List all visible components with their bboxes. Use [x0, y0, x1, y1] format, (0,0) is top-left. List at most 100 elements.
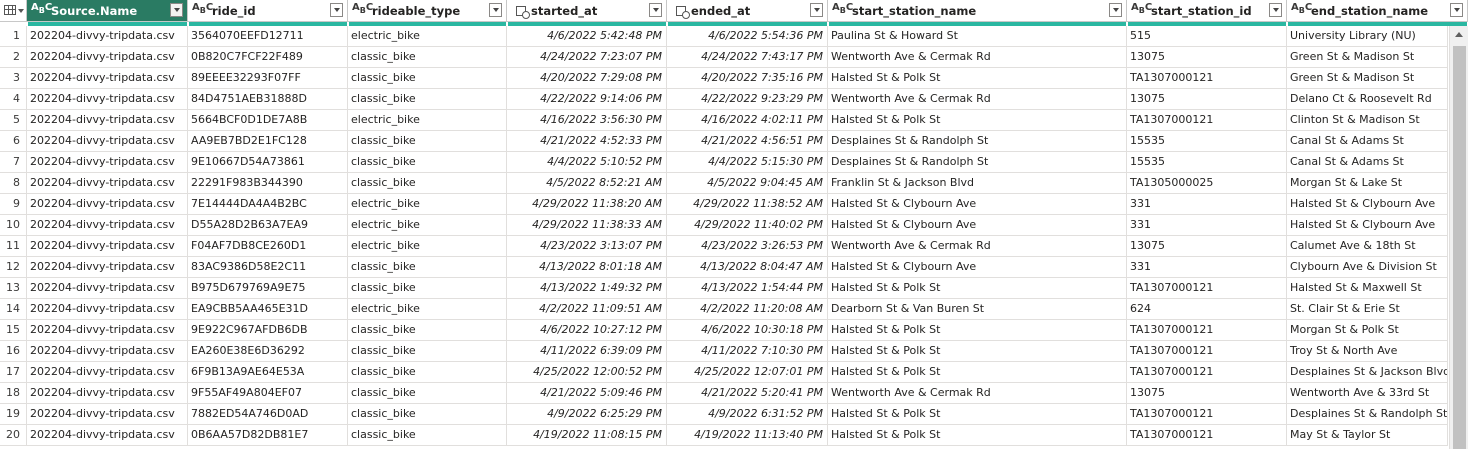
cell-ename[interactable]: Morgan St & Lake St	[1287, 173, 1448, 194]
cell-src[interactable]: 202204-divvy-tripdata.csv	[27, 236, 188, 257]
cell-sid[interactable]: 13075	[1127, 47, 1287, 68]
cell-ename[interactable]: Wentworth Ave & 33rd St	[1287, 383, 1448, 404]
cell-ride_id[interactable]: 83AC9386D58E2C11	[188, 257, 348, 278]
row-number[interactable]: 17	[0, 362, 27, 383]
cell-type[interactable]: classic_bike	[348, 383, 507, 404]
cell-sid[interactable]: TA1307000121	[1127, 110, 1287, 131]
table-row[interactable]: 10 202204-divvy-tripdata.csv D55A28D2B63A7…	[0, 215, 1448, 236]
row-number[interactable]: 15	[0, 320, 27, 341]
cell-ename[interactable]: Halsted St & Clybourn Ave	[1287, 215, 1448, 236]
cell-src[interactable]: 202204-divvy-tripdata.csv	[27, 215, 188, 236]
table-row[interactable]: 3 202204-divvy-tripdata.csv 89EEEE32293F07…	[0, 68, 1448, 89]
cell-sname[interactable]: Wentworth Ave & Cermak Rd	[828, 383, 1127, 404]
column-header-rideable-type[interactable]: ABC rideable_type	[348, 0, 507, 22]
cell-sname[interactable]: Halsted St & Polk St	[828, 278, 1127, 299]
cell-start[interactable]: 4/23/2022 3:13:07 PM	[507, 236, 667, 257]
table-row[interactable]: 4 202204-divvy-tripdata.csv 84D4751AEB3188…	[0, 89, 1448, 110]
table-row[interactable]: 17 202204-divvy-tripdata.csv 6F9B13A9AE64E…	[0, 362, 1448, 383]
cell-start[interactable]: 4/29/2022 11:38:33 AM	[507, 215, 667, 236]
table-menu-button[interactable]	[0, 0, 27, 22]
cell-ename[interactable]: Halsted St & Clybourn Ave	[1287, 194, 1448, 215]
cell-type[interactable]: classic_bike	[348, 257, 507, 278]
scroll-up-arrow-icon[interactable]	[1455, 32, 1463, 37]
cell-sid[interactable]: TA1307000121	[1127, 68, 1287, 89]
cell-ename[interactable]: Green St & Madison St	[1287, 47, 1448, 68]
cell-end[interactable]: 4/13/2022 1:54:44 PM	[667, 278, 828, 299]
cell-ride_id[interactable]: 9E10667D54A73861	[188, 152, 348, 173]
cell-ename[interactable]: St. Clair St & Erie St	[1287, 299, 1448, 320]
cell-start[interactable]: 4/16/2022 3:56:30 PM	[507, 110, 667, 131]
cell-start[interactable]: 4/21/2022 5:09:46 PM	[507, 383, 667, 404]
row-number[interactable]: 18	[0, 383, 27, 404]
cell-start[interactable]: 4/25/2022 12:00:52 PM	[507, 362, 667, 383]
cell-start[interactable]: 4/5/2022 8:52:21 AM	[507, 173, 667, 194]
cell-type[interactable]: classic_bike	[348, 320, 507, 341]
cell-type[interactable]: electric_bike	[348, 110, 507, 131]
cell-end[interactable]: 4/13/2022 8:04:47 AM	[667, 257, 828, 278]
cell-sid[interactable]: TA1307000121	[1127, 404, 1287, 425]
cell-start[interactable]: 4/6/2022 10:27:12 PM	[507, 320, 667, 341]
cell-ename[interactable]: University Library (NU)	[1287, 26, 1448, 47]
cell-type[interactable]: classic_bike	[348, 425, 507, 446]
cell-src[interactable]: 202204-divvy-tripdata.csv	[27, 131, 188, 152]
table-row[interactable]: 11 202204-divvy-tripdata.csv F04AF7DB8CE26…	[0, 236, 1448, 257]
cell-type[interactable]: classic_bike	[348, 362, 507, 383]
cell-type[interactable]: electric_bike	[348, 194, 507, 215]
cell-ride_id[interactable]: 22291F983B344390	[188, 173, 348, 194]
cell-type[interactable]: electric_bike	[348, 236, 507, 257]
row-number[interactable]: 7	[0, 152, 27, 173]
cell-ride_id[interactable]: 84D4751AEB31888D	[188, 89, 348, 110]
cell-ride_id[interactable]: F04AF7DB8CE260D1	[188, 236, 348, 257]
cell-ride_id[interactable]: AA9EB7BD2E1FC128	[188, 131, 348, 152]
cell-src[interactable]: 202204-divvy-tripdata.csv	[27, 89, 188, 110]
cell-ename[interactable]: Canal St & Adams St	[1287, 131, 1448, 152]
table-row[interactable]: 19 202204-divvy-tripdata.csv 7882ED54A746D…	[0, 404, 1448, 425]
cell-type[interactable]: electric_bike	[348, 215, 507, 236]
row-number[interactable]: 11	[0, 236, 27, 257]
cell-sid[interactable]: 13075	[1127, 383, 1287, 404]
cell-src[interactable]: 202204-divvy-tripdata.csv	[27, 26, 188, 47]
cell-sid[interactable]: 13075	[1127, 236, 1287, 257]
column-header-source-name[interactable]: ABC Source.Name	[27, 0, 188, 22]
cell-start[interactable]: 4/13/2022 8:01:18 AM	[507, 257, 667, 278]
cell-sid[interactable]: 331	[1127, 257, 1287, 278]
cell-ride_id[interactable]: 9F55AF49A804EF07	[188, 383, 348, 404]
cell-end[interactable]: 4/21/2022 4:56:51 PM	[667, 131, 828, 152]
table-row[interactable]: 20 202204-divvy-tripdata.csv 0B6AA57D82DB8…	[0, 425, 1448, 446]
cell-type[interactable]: classic_bike	[348, 404, 507, 425]
table-row[interactable]: 8 202204-divvy-tripdata.csv 22291F983B3443…	[0, 173, 1448, 194]
cell-start[interactable]: 4/21/2022 4:52:33 PM	[507, 131, 667, 152]
cell-ename[interactable]: Clinton St & Madison St	[1287, 110, 1448, 131]
row-number[interactable]: 8	[0, 173, 27, 194]
column-header-ride-id[interactable]: ABC ride_id	[188, 0, 348, 22]
text-type-icon[interactable]: ABC	[1131, 2, 1152, 15]
cell-ride_id[interactable]: EA260E38E6D36292	[188, 341, 348, 362]
cell-sname[interactable]: Halsted St & Polk St	[828, 341, 1127, 362]
cell-end[interactable]: 4/16/2022 4:02:11 PM	[667, 110, 828, 131]
filter-dropdown-button[interactable]	[810, 3, 823, 17]
cell-end[interactable]: 4/24/2022 7:43:17 PM	[667, 47, 828, 68]
cell-ride_id[interactable]: 0B6AA57D82DB81E7	[188, 425, 348, 446]
cell-ride_id[interactable]: 7E14444DA4A4B2BC	[188, 194, 348, 215]
text-type-icon[interactable]: ABC	[192, 2, 213, 15]
cell-ename[interactable]: May St & Taylor St	[1287, 425, 1448, 446]
table-row[interactable]: 7 202204-divvy-tripdata.csv 9E10667D54A738…	[0, 152, 1448, 173]
cell-start[interactable]: 4/20/2022 7:29:08 PM	[507, 68, 667, 89]
cell-start[interactable]: 4/6/2022 5:42:48 PM	[507, 26, 667, 47]
cell-src[interactable]: 202204-divvy-tripdata.csv	[27, 341, 188, 362]
cell-ride_id[interactable]: 0B820C7FCF22F489	[188, 47, 348, 68]
table-row[interactable]: 6 202204-divvy-tripdata.csv AA9EB7BD2E1FC1…	[0, 131, 1448, 152]
cell-sname[interactable]: Halsted St & Polk St	[828, 362, 1127, 383]
cell-src[interactable]: 202204-divvy-tripdata.csv	[27, 299, 188, 320]
cell-sid[interactable]: TA1307000121	[1127, 278, 1287, 299]
cell-ride_id[interactable]: 9E922C967AFDB6DB	[188, 320, 348, 341]
cell-end[interactable]: 4/19/2022 11:13:40 PM	[667, 425, 828, 446]
column-header-start-station-name[interactable]: ABC start_station_name	[828, 0, 1127, 22]
cell-end[interactable]: 4/22/2022 9:23:29 PM	[667, 89, 828, 110]
row-number[interactable]: 14	[0, 299, 27, 320]
cell-ride_id[interactable]: 89EEEE32293F07FF	[188, 68, 348, 89]
cell-ride_id[interactable]: B975D679769A9E75	[188, 278, 348, 299]
table-row[interactable]: 1 202204-divvy-tripdata.csv 3564070EEFD127…	[0, 26, 1448, 47]
cell-src[interactable]: 202204-divvy-tripdata.csv	[27, 47, 188, 68]
cell-end[interactable]: 4/29/2022 11:38:52 AM	[667, 194, 828, 215]
